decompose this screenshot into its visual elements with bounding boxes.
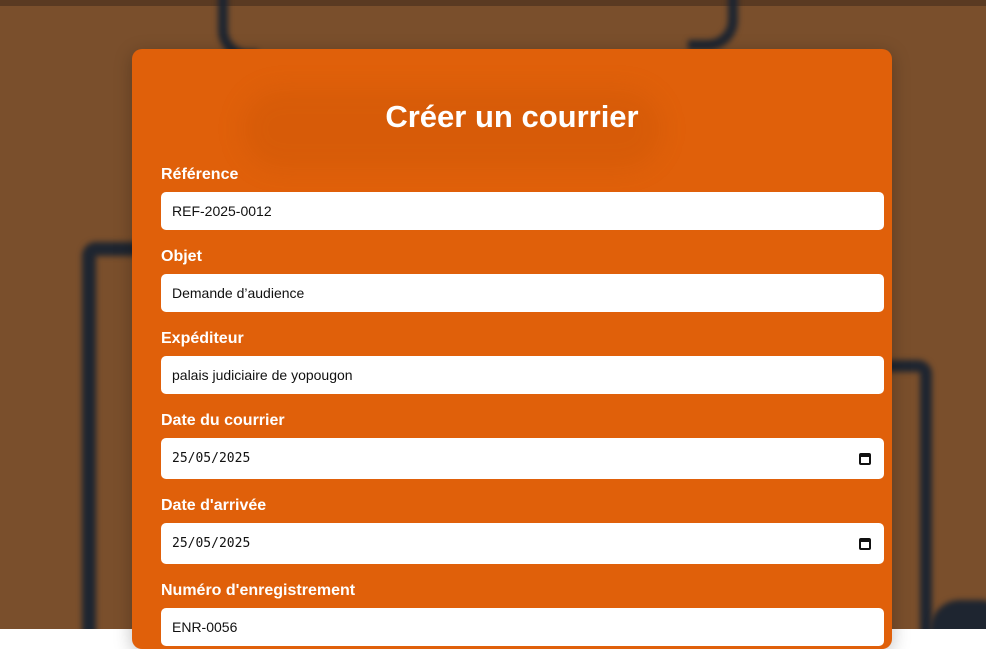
date-courrier-input[interactable]: 25/05/2025	[161, 438, 884, 479]
date-arrivee-label: Date d'arrivée	[161, 497, 267, 514]
reference-value: REF-2025-0012	[172, 203, 272, 219]
numero-enregistrement-input[interactable]: ENR-0056	[161, 608, 884, 646]
date-arrivee-value: 25/05/2025	[172, 536, 251, 551]
date-arrivee-input[interactable]: 25/05/2025	[161, 523, 884, 564]
numero-enregistrement-label: Numéro d'enregistrement	[161, 582, 356, 599]
expediteur-label: Expéditeur	[161, 330, 244, 347]
calendar-icon[interactable]	[859, 537, 871, 550]
expediteur-input[interactable]: palais judiciaire de yopougon	[161, 356, 884, 394]
calendar-icon[interactable]	[859, 452, 871, 465]
reference-input[interactable]: REF-2025-0012	[161, 192, 884, 230]
objet-input[interactable]: Demande d’audience	[161, 274, 884, 312]
expediteur-value: palais judiciaire de yopougon	[172, 367, 353, 383]
objet-label: Objet	[161, 248, 202, 265]
background-top-bar	[0, 0, 986, 6]
field-reference: Référence REF-2025-0012	[161, 166, 884, 230]
field-date-arrivee: Date d'arrivée 25/05/2025	[161, 497, 884, 564]
background-decoration	[688, 0, 738, 50]
background-decoration	[930, 600, 986, 629]
reference-label: Référence	[161, 166, 239, 183]
date-courrier-label: Date du courrier	[161, 412, 285, 429]
field-objet: Objet Demande d’audience	[161, 248, 884, 312]
create-mail-form: Créer un courrier Référence REF-2025-001…	[132, 49, 892, 649]
numero-enregistrement-value: ENR-0056	[172, 619, 238, 635]
field-expediteur: Expéditeur palais judiciaire de yopougon	[161, 330, 884, 394]
field-date-courrier: Date du courrier 25/05/2025	[161, 412, 884, 479]
page-title: Créer un courrier	[385, 99, 639, 134]
date-courrier-value: 25/05/2025	[172, 451, 251, 466]
field-numero-enregistrement: Numéro d'enregistrement ENR-0056	[161, 582, 884, 646]
objet-value: Demande d’audience	[172, 285, 305, 301]
